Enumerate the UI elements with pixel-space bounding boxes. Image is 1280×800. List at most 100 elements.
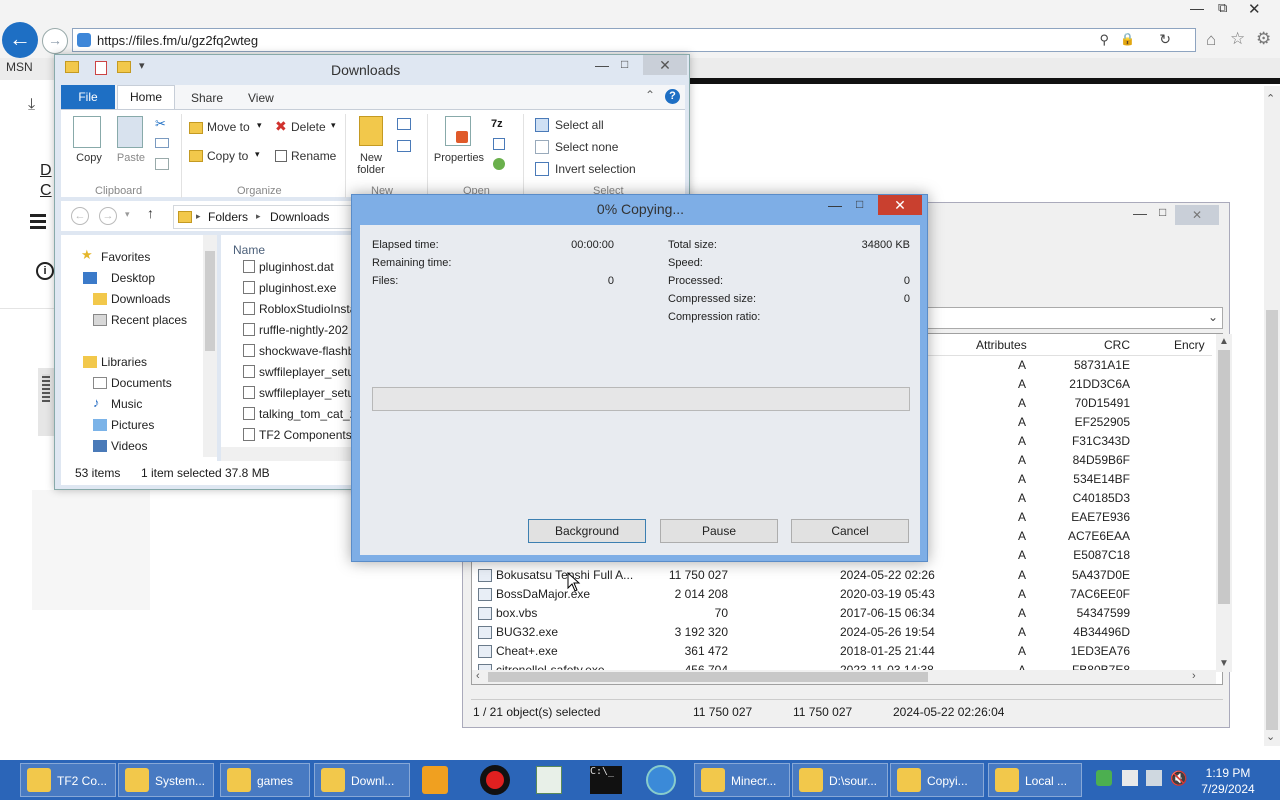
list-item[interactable]: pluginhost.dat [221, 257, 351, 277]
list-item[interactable]: pluginhost.exe [221, 278, 351, 298]
page-link-fragment[interactable]: D [40, 162, 52, 180]
minimize-icon[interactable]: — [828, 197, 842, 213]
taskbar-button[interactable]: Local ... [988, 763, 1082, 797]
list-item[interactable]: swffileplayer_setu [221, 383, 351, 403]
up-icon[interactable]: ↑ [147, 205, 154, 221]
list-scrollbar-thumb[interactable] [1218, 350, 1230, 604]
maximize-icon[interactable]: ⧉ [1218, 0, 1227, 16]
rename-button[interactable]: Rename [291, 149, 336, 163]
copy-path-icon[interactable] [155, 138, 169, 148]
volume-muted-icon[interactable]: 🔇 [1170, 770, 1187, 787]
scroll-up-icon[interactable]: ▲ [1219, 336, 1229, 347]
breadcrumb-folders[interactable]: Folders [208, 210, 248, 224]
hamburger-menu-icon[interactable] [30, 214, 46, 229]
media-player-icon[interactable] [422, 766, 448, 794]
dropdown-icon[interactable]: ▾ [257, 120, 262, 131]
close-icon[interactable]: ✕ [878, 195, 922, 215]
page-scrollbar-thumb[interactable] [1266, 310, 1278, 730]
clock-time[interactable]: 1:19 PM [1192, 766, 1264, 780]
command-prompt-icon[interactable]: C:\_ [590, 766, 622, 794]
minimize-icon[interactable]: — [595, 57, 609, 73]
column-crc[interactable]: CRC [1104, 338, 1130, 352]
list-item[interactable]: swffileplayer_setu [221, 362, 351, 382]
invert-selection-button[interactable]: Invert selection [555, 162, 636, 176]
scroll-down-icon[interactable]: ⌄ [1266, 730, 1275, 743]
favorites-msn-link[interactable]: MSN [6, 60, 33, 74]
favorites-star-icon[interactable]: ☆ [1230, 29, 1245, 49]
help-icon[interactable]: ? [665, 89, 680, 104]
tree-pictures[interactable]: Pictures [111, 418, 154, 432]
dropdown-icon[interactable]: ▾ [255, 149, 260, 160]
select-none-button[interactable]: Select none [555, 140, 618, 154]
breadcrumb[interactable]: ▸ Folders ▸ Downloads [173, 205, 359, 229]
delete-button[interactable]: Delete [291, 120, 326, 134]
paste-shortcut-icon[interactable] [155, 158, 169, 170]
lock-icon[interactable]: 🔒 [1120, 32, 1135, 46]
close-icon[interactable]: ✕ [1248, 0, 1261, 18]
minimize-icon[interactable]: — [1190, 0, 1204, 16]
address-url[interactable]: https://files.fm/u/gz2fq2wteg [97, 33, 258, 48]
taskbar-button[interactable]: TF2 Co... [20, 763, 116, 797]
tree-music[interactable]: Music [111, 397, 142, 411]
taskbar-button[interactable]: games [220, 763, 310, 797]
tree-scrollbar-thumb[interactable] [205, 251, 215, 351]
recent-locations-icon[interactable]: ▾ [125, 209, 130, 220]
list-item[interactable]: talking_tom_cat_2 [221, 404, 351, 424]
paste-button[interactable]: Paste [111, 152, 151, 164]
action-center-icon[interactable] [1122, 770, 1138, 786]
info-icon[interactable]: i [36, 262, 54, 280]
taskbar-button[interactable]: Copyi... [890, 763, 984, 797]
close-icon[interactable]: ✕ [1175, 205, 1219, 225]
taskbar-button[interactable]: System... [118, 763, 214, 797]
list-item[interactable]: RobloxStudioInsta [221, 299, 351, 319]
tree-documents[interactable]: Documents [111, 376, 172, 390]
close-icon[interactable]: ✕ [643, 55, 687, 75]
settings-gear-icon[interactable]: ⚙ [1256, 29, 1271, 49]
select-all-button[interactable]: Select all [555, 118, 604, 132]
table-row[interactable]: BUG32.exe 3 192 320 2024-05-26 19:54 A 4B344… [472, 623, 1208, 642]
new-folder-button[interactable]: New [351, 152, 391, 164]
tray-app-icon[interactable] [1096, 770, 1112, 786]
column-name[interactable]: Name [233, 243, 265, 257]
files-hscrollbar[interactable] [221, 447, 351, 461]
page-link-fragment[interactable]: C [40, 182, 52, 200]
open-with-7zip-icon[interactable]: 7z [491, 118, 503, 130]
collapse-ribbon-icon[interactable]: ⌃ [645, 88, 655, 102]
download-icon[interactable]: ⤓ [28, 96, 35, 114]
explorer-titlebar[interactable]: ▾ Downloads — □ ✕ [55, 55, 689, 83]
edit-icon[interactable] [493, 138, 505, 150]
tab-view[interactable]: View [248, 91, 274, 105]
maximize-icon[interactable]: □ [856, 197, 863, 211]
scroll-up-icon[interactable]: ⌃ [1266, 92, 1275, 105]
list-item[interactable]: shockwave-flashb [221, 341, 351, 361]
maximize-icon[interactable]: □ [621, 57, 628, 71]
tree-favorites[interactable]: Favorites [101, 250, 150, 264]
cut-icon[interactable]: ✂ [155, 116, 166, 132]
chevron-right-icon[interactable]: ▸ [196, 211, 201, 222]
home-icon[interactable]: ⌂ [1206, 30, 1216, 50]
tree-libraries[interactable]: Libraries [101, 355, 147, 369]
taskbar-button[interactable]: Minecr... [694, 763, 790, 797]
scroll-down-icon[interactable]: ▼ [1219, 658, 1229, 669]
tree-desktop[interactable]: Desktop [111, 271, 155, 285]
copy-icon[interactable] [73, 116, 101, 148]
minimize-icon[interactable]: — [1133, 205, 1147, 221]
list-item[interactable]: TF2 Components. [221, 425, 351, 445]
column-attributes[interactable]: Attributes [976, 338, 1027, 352]
back-icon[interactable]: ← [71, 207, 89, 225]
copy-to-button[interactable]: Copy to [207, 149, 248, 163]
clock-date[interactable]: 7/29/2024 [1192, 782, 1264, 796]
properties-button[interactable]: Properties [431, 152, 487, 164]
maximize-icon[interactable]: □ [1159, 205, 1166, 219]
table-row[interactable]: Bokusatsu Tenshi Full A... 11 750 027 2024… [472, 566, 1208, 585]
back-button[interactable]: ← [2, 22, 38, 58]
dropdown-icon[interactable]: ▾ [331, 120, 336, 131]
scroll-right-icon[interactable]: › [1192, 670, 1196, 682]
customize-toolbar-icon[interactable]: ▾ [139, 59, 145, 72]
forward-button[interactable]: → [42, 28, 68, 54]
forward-icon[interactable]: → [99, 207, 117, 225]
table-row[interactable]: box.vbs 70 2017-06-15 06:34 A 54347599 [472, 604, 1208, 623]
tree-recent-places[interactable]: Recent places [111, 313, 187, 327]
tree-downloads[interactable]: Downloads [111, 292, 170, 306]
new-item-icon[interactable] [397, 118, 411, 130]
